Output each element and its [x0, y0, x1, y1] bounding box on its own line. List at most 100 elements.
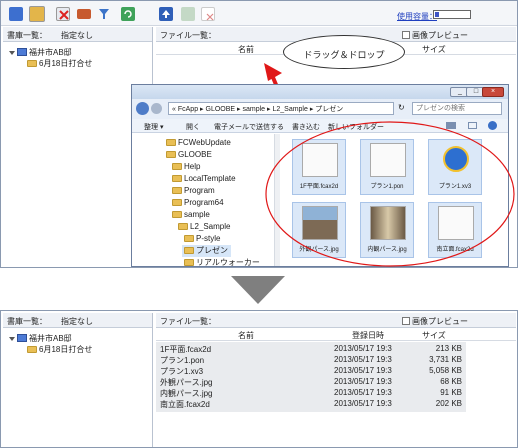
explorer-search-input[interactable]: [412, 102, 502, 115]
bottom-window: 書庫一覧： 指定なし 福井市AB邸 6月18日打合せ ファイル一覧： 画像プレビ…: [0, 310, 518, 448]
address-bar[interactable]: « FcApp ▸ GLOOBE ▸ sample ▸ L2_Sample ▸ …: [168, 102, 394, 115]
nav-item-label: プレゼン: [196, 246, 228, 255]
file-date: 2013/05/17 19:3: [334, 355, 392, 364]
address-part[interactable]: sample: [242, 106, 265, 113]
col-date-header[interactable]: 登録日時: [352, 330, 384, 341]
back-icon[interactable]: [136, 102, 149, 115]
col-name-header[interactable]: 名前: [238, 330, 254, 341]
folder-icon: [166, 151, 176, 158]
nav-item-label: sample: [184, 210, 210, 219]
nav-item[interactable]: Program: [172, 186, 215, 195]
close-button[interactable]: ×: [482, 87, 504, 97]
tree-child[interactable]: 6月18日打合せ: [27, 58, 92, 69]
expand-icon: [9, 337, 15, 341]
properties-icon[interactable]: [77, 9, 91, 19]
callout-text: ドラッグ＆ドロップ: [303, 50, 385, 60]
file-size: 91 KB: [440, 388, 462, 397]
folder-icon: [184, 235, 194, 242]
delete-icon[interactable]: [56, 7, 70, 21]
image-preview-label: 画像プレビュー: [412, 317, 468, 326]
file-list-label: ファイル一覧：: [160, 317, 216, 326]
tree-child[interactable]: 6月18日打合せ: [27, 344, 92, 355]
table-row[interactable]: 1F平面.fcax2d 2013/05/17 19:3 213 KB: [156, 343, 466, 354]
left-panel-header: 書庫一覧： 指定なし: [3, 27, 152, 42]
folder-icon: [172, 211, 182, 218]
menu-open[interactable]: 開く: [186, 122, 200, 132]
col-size-header[interactable]: サイズ: [422, 44, 446, 55]
nav-item[interactable]: Help: [172, 162, 200, 171]
cancel-icon[interactable]: [201, 7, 215, 21]
address-part[interactable]: GLOOBE: [206, 106, 236, 113]
address-part[interactable]: L2_Sample: [272, 106, 307, 113]
nav-item[interactable]: L2_Sample: [178, 222, 230, 231]
upload-icon[interactable]: [159, 7, 173, 21]
tree-root-label: 福井市AB邸: [29, 334, 72, 343]
menu-organize[interactable]: 整理 ▾: [144, 122, 163, 132]
usage-fill: [435, 12, 439, 17]
forward-icon[interactable]: [151, 103, 162, 114]
column-headers: 名前 登録日時 サイズ: [156, 329, 516, 341]
tree-child-label: 6月18日打合せ: [39, 59, 93, 68]
open-icon[interactable]: [9, 7, 23, 21]
file-name: 南立面.fcax2d: [160, 400, 210, 409]
checkbox[interactable]: [402, 31, 410, 39]
right-panel: ファイル一覧： 画像プレビュー 名前 登録日時 サイズ 1F平面.fcax2d 2…: [156, 313, 516, 447]
file-list-label: ファイル一覧：: [160, 31, 216, 40]
col-size-header[interactable]: サイズ: [422, 330, 446, 341]
table-row[interactable]: 内観パース.jpg 2013/05/17 19:3 91 KB: [156, 387, 466, 398]
library-list-label: 書庫一覧：: [7, 317, 47, 326]
folder-icon: [178, 223, 188, 230]
table-row[interactable]: プラン1.xv3 2013/05/17 19:3 5,058 KB: [156, 365, 466, 376]
nav-item[interactable]: P-style: [184, 234, 220, 243]
project-icon: [17, 334, 27, 342]
nav-item-label: Program64: [184, 198, 224, 207]
table-row[interactable]: 南立面.fcax2d 2013/05/17 19:3 202 KB: [156, 398, 466, 409]
folder-icon: [27, 60, 37, 67]
nav-item-selected[interactable]: プレゼン: [182, 245, 231, 257]
nav-item[interactable]: sample: [172, 210, 210, 219]
nav-item-label: リアルウォーカー: [196, 258, 260, 267]
nav-item-label: FCWebUpdate: [178, 138, 231, 147]
file-date: 2013/05/17 19:3: [334, 399, 392, 408]
library-filter-value: 指定なし: [61, 317, 93, 326]
top-window: 使用容量： 書庫一覧： 指定なし 福井市AB邸 6月18日打合せ ファイル一覧：…: [0, 0, 518, 268]
table-row[interactable]: 外観パース.jpg 2013/05/17 19:3 68 KB: [156, 376, 466, 387]
image-preview-toggle[interactable]: 画像プレビュー: [402, 316, 468, 327]
address-part[interactable]: «: [172, 106, 176, 113]
download-icon[interactable]: [181, 7, 195, 21]
library-list-label: 書庫一覧：: [7, 31, 47, 40]
nav-item-label: Help: [184, 162, 201, 171]
address-part[interactable]: プレゼン: [315, 106, 343, 113]
folder-icon: [172, 175, 182, 182]
nav-item[interactable]: リアルウォーカー: [184, 257, 260, 268]
file-date: 2013/05/17 19:3: [334, 388, 392, 397]
file-size: 213 KB: [435, 344, 462, 353]
explorer-nav-tree: FCWebUpdate GLOOBE Help LocalTemplate Pr…: [132, 134, 280, 268]
file-size: 3,731 KB: [429, 355, 462, 364]
usage-label[interactable]: 使用容量：: [397, 11, 437, 22]
tree-root[interactable]: 福井市AB邸: [9, 47, 72, 58]
new-folder-icon[interactable]: [29, 6, 45, 22]
nav-item[interactable]: FCWebUpdate: [166, 138, 231, 147]
tree-root-label: 福井市AB邸: [29, 48, 72, 57]
result-arrow: [231, 276, 285, 304]
folder-icon: [184, 259, 194, 266]
refresh-address-icon[interactable]: ↻: [398, 103, 405, 112]
address-part[interactable]: FcApp: [178, 106, 198, 113]
explorer-title-bar: _ □ ×: [132, 85, 508, 99]
image-preview-toggle[interactable]: 画像プレビュー: [402, 30, 468, 41]
nav-item-label: LocalTemplate: [184, 174, 236, 183]
refresh-icon[interactable]: [121, 7, 135, 21]
top-toolbar: 使用容量：: [1, 1, 517, 26]
tree-child-label: 6月18日打合せ: [39, 345, 93, 354]
nav-item[interactable]: GLOOBE: [166, 150, 212, 159]
library-filter-value: 指定なし: [61, 31, 93, 40]
table-row[interactable]: プラン1.pon 2013/05/17 19:3 3,731 KB: [156, 354, 466, 365]
tree-root[interactable]: 福井市AB邸: [9, 333, 72, 344]
nav-item[interactable]: Program64: [172, 198, 224, 207]
checkbox[interactable]: [402, 317, 410, 325]
project-icon: [17, 48, 27, 56]
col-name-header[interactable]: 名前: [238, 44, 254, 55]
nav-item[interactable]: LocalTemplate: [172, 174, 236, 183]
filter-icon[interactable]: [99, 7, 109, 21]
